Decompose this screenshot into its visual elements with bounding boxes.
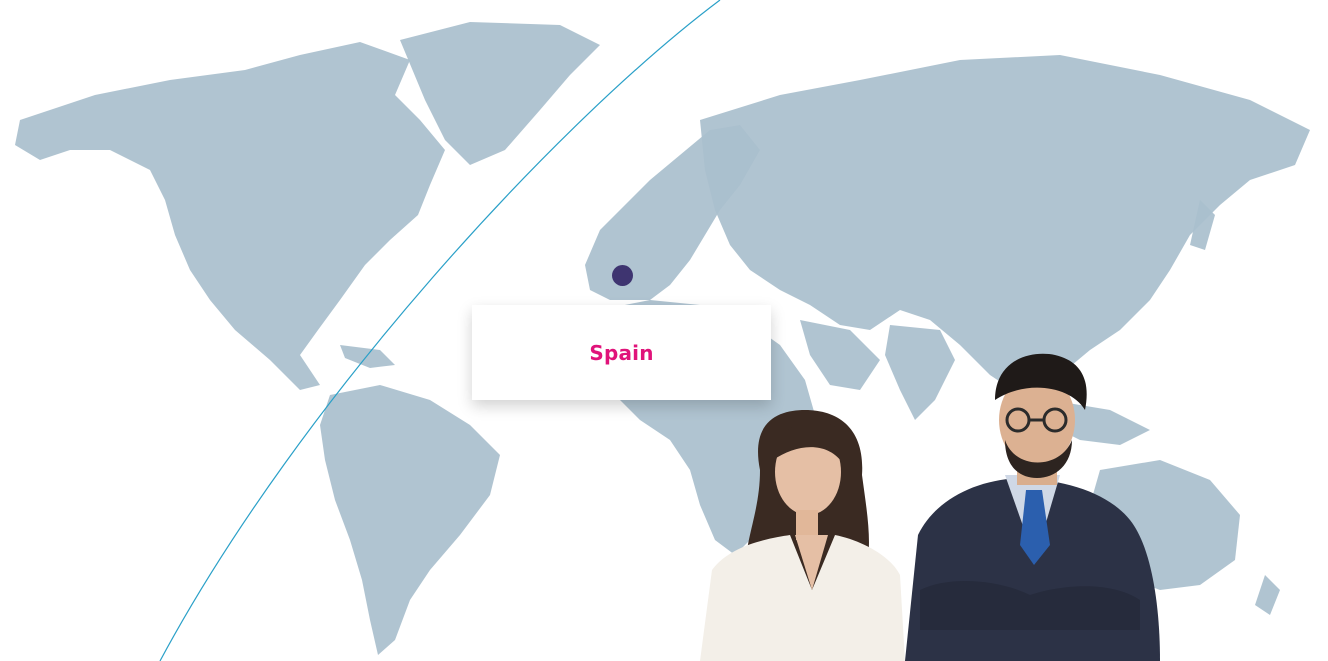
team-photo: [700, 353, 1160, 661]
world-map-section: Spain: [0, 0, 1328, 661]
person-woman: [700, 410, 905, 661]
person-man: [905, 353, 1160, 661]
